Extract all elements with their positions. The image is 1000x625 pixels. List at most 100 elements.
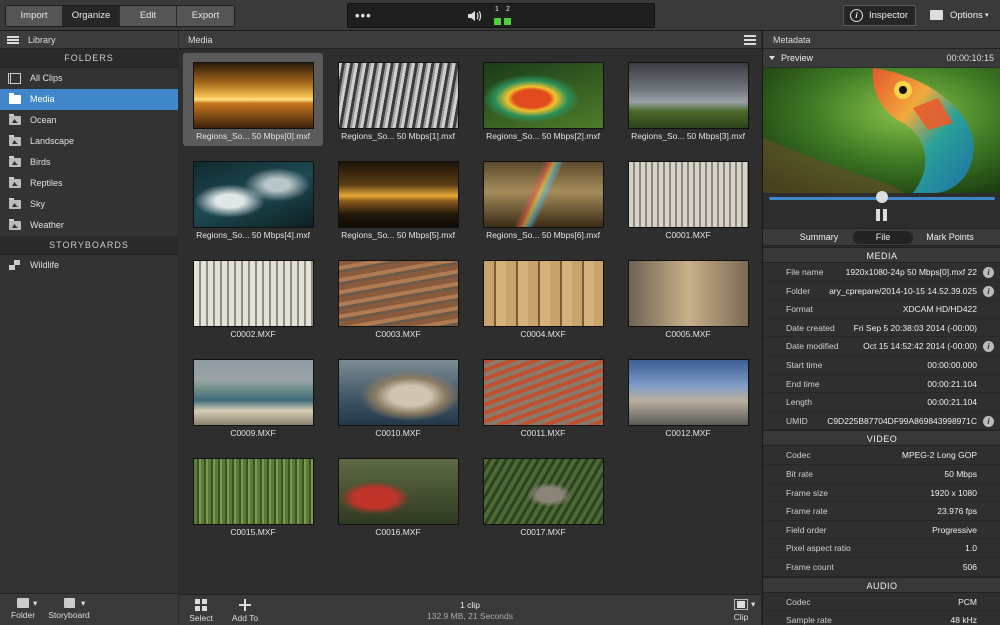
clip-tile[interactable]: Regions_So... 50 Mbps[5].mxf: [328, 152, 468, 245]
folder-item-media[interactable]: Media: [0, 89, 178, 110]
metadata-row: Field order Progressive: [763, 520, 1000, 540]
chevron-down-icon[interactable]: ▾: [751, 599, 755, 610]
hamburger-menu-icon[interactable]: [7, 36, 19, 44]
metadata-key: File name: [786, 267, 824, 277]
preview-header[interactable]: Preview 00:00:10:15: [763, 49, 1000, 67]
clip-tile[interactable]: Regions_So... 50 Mbps[2].mxf: [473, 53, 613, 146]
clip-tile[interactable]: C0011.MXF: [473, 350, 613, 443]
clip-tile[interactable]: C0002.MXF: [183, 251, 323, 344]
mode-edit-tab[interactable]: Edit: [120, 6, 177, 26]
metadata-row: Frame size 1920 x 1080: [763, 483, 1000, 503]
metadata-value: MPEG-2 Long GOP: [901, 450, 977, 461]
folder-item-label: All Clips: [30, 73, 63, 83]
metadata-key: Format: [786, 304, 813, 315]
metadata-row: Frame rate 23.976 fps: [763, 502, 1000, 521]
metadata-row: End time 00:00:21.104: [763, 374, 1000, 394]
clip-tile[interactable]: C0010.MXF: [328, 350, 468, 443]
clip-tile[interactable]: C0005.MXF: [618, 251, 758, 344]
clip-tile[interactable]: Regions_So... 50 Mbps[1].mxf: [328, 53, 468, 146]
mode-organize-tab[interactable]: Organize: [63, 6, 120, 26]
info-icon[interactable]: i: [983, 415, 994, 427]
info-icon[interactable]: i: [983, 285, 994, 297]
metadata-key: Start time: [786, 359, 823, 370]
clip-tile[interactable]: Regions_So... 50 Mbps[0].mxf: [183, 53, 323, 146]
inspector-button[interactable]: i Inspector: [843, 5, 916, 26]
folder-item-birds[interactable]: Birds: [0, 152, 178, 173]
clip-thumbnail: [628, 359, 749, 426]
folder-item-landscape[interactable]: Landscape: [0, 131, 178, 152]
clip-tile[interactable]: C0004.MXF: [473, 251, 613, 344]
metadata-key: Codec: [786, 450, 811, 461]
clip-label: C0017.MXF: [520, 527, 566, 537]
metadata-row: Pixel aspect ratio 1.0: [763, 539, 1000, 558]
folder-item-all-clips[interactable]: All Clips: [0, 68, 178, 89]
meter-channel-2-label: 2: [506, 6, 510, 13]
new-storyboard-label: Storyboard: [48, 610, 90, 620]
clip-tile[interactable]: Regions_So... 50 Mbps[3].mxf: [618, 53, 758, 146]
volume-icon[interactable]: [466, 8, 482, 24]
preview-video[interactable]: [763, 68, 1000, 193]
folder-item-sky[interactable]: Sky: [0, 194, 178, 215]
audio-level-meter: 1 2: [494, 6, 516, 26]
metadata-section-header: AUDIO: [763, 576, 1000, 593]
options-label: Options: [950, 10, 983, 21]
clip-tile[interactable]: Regions_So... 50 Mbps[4].mxf: [183, 152, 323, 245]
clip-view-label: Clip: [733, 612, 749, 622]
preview-frame-image: [763, 68, 1000, 193]
clip-label: Regions_So... 50 Mbps[5].mxf: [341, 230, 455, 240]
clip-view-button[interactable]: Clip: [729, 599, 753, 622]
metadata-row: File name 22 1920x1080-24p 50 Mbps[0].mxf…: [763, 263, 1000, 282]
tab-file[interactable]: File: [853, 231, 913, 244]
clip-tile[interactable]: C0016.MXF: [328, 449, 468, 542]
photo-folder-icon: [9, 114, 21, 125]
metadata-value: 48 kHz: [950, 615, 977, 625]
storyboard-icon: [9, 260, 21, 271]
tab-mark-points[interactable]: Mark Points: [911, 231, 989, 244]
info-icon[interactable]: i: [983, 341, 994, 353]
metadata-row: Bit rate 50 Mbps: [763, 464, 1000, 484]
metadata-key: Bit rate: [786, 468, 813, 479]
folder-item-weather[interactable]: Weather: [0, 215, 178, 236]
clip-thumbnail: [483, 359, 604, 426]
chevron-down-icon[interactable]: ▾: [33, 598, 37, 609]
clip-thumbnail: [338, 62, 459, 129]
metadata-key: Codec: [786, 596, 811, 607]
collapse-triangle-icon[interactable]: [769, 56, 775, 60]
chevron-down-icon[interactable]: ▾: [81, 598, 85, 609]
meter-channel-1-label: 1: [495, 6, 499, 13]
clip-tile[interactable]: C0017.MXF: [473, 449, 613, 542]
media-footer: Select Add To 1 clip 132.9 MB, 21 Second…: [179, 594, 761, 625]
clip-thumbnail: [193, 161, 314, 228]
metadata-value: 22 1920x1080-24p 50 Mbps[0].mxf: [845, 267, 977, 277]
folder-item-label: Reptiles: [30, 178, 63, 188]
info-icon[interactable]: i: [983, 267, 994, 278]
folder-item-ocean[interactable]: Ocean: [0, 110, 178, 131]
folders-section-header: FOLDERS: [0, 49, 178, 68]
metadata-row: Length 00:00:21.104: [763, 393, 1000, 412]
options-button[interactable]: Options ▾: [922, 5, 996, 26]
library-footer: Folder ▾ Storyboard ▾: [0, 593, 178, 625]
clip-tile[interactable]: C0009.MXF: [183, 350, 323, 443]
metadata-row: UMID C9D225B87704DF99A869843998971C i: [763, 411, 1000, 431]
list-view-icon[interactable]: [744, 35, 756, 45]
clip-thumbnail: [628, 260, 749, 327]
clip-tile[interactable]: Regions_So... 50 Mbps[6].mxf: [473, 152, 613, 245]
scrubber-handle[interactable]: [876, 191, 888, 203]
clip-tile[interactable]: C0012.MXF: [618, 350, 758, 443]
clip-tile[interactable]: C0001.MXF: [618, 152, 758, 245]
more-icon[interactable]: •••: [355, 8, 372, 23]
mode-import-tab[interactable]: Import: [6, 6, 63, 26]
metadata-value: Progressive: [932, 524, 977, 535]
photo-folder-icon: [9, 219, 21, 230]
clip-tile[interactable]: C0003.MXF: [328, 251, 468, 344]
pause-icon[interactable]: [876, 209, 887, 221]
selection-info: 1 clip 132.9 MB, 21 Seconds: [179, 600, 761, 622]
tab-summary[interactable]: Summary: [775, 231, 863, 244]
metadata-section-header: VIDEO: [763, 430, 1000, 447]
folder-item-reptiles[interactable]: Reptiles: [0, 173, 178, 194]
mode-export-tab[interactable]: Export: [177, 6, 234, 26]
storyboard-item-wildlife[interactable]: Wildlife: [0, 255, 178, 276]
clip-tile[interactable]: C0015.MXF: [183, 449, 323, 542]
metadata-key: Length: [786, 397, 812, 408]
metadata-row: Frame count 506: [763, 557, 1000, 577]
